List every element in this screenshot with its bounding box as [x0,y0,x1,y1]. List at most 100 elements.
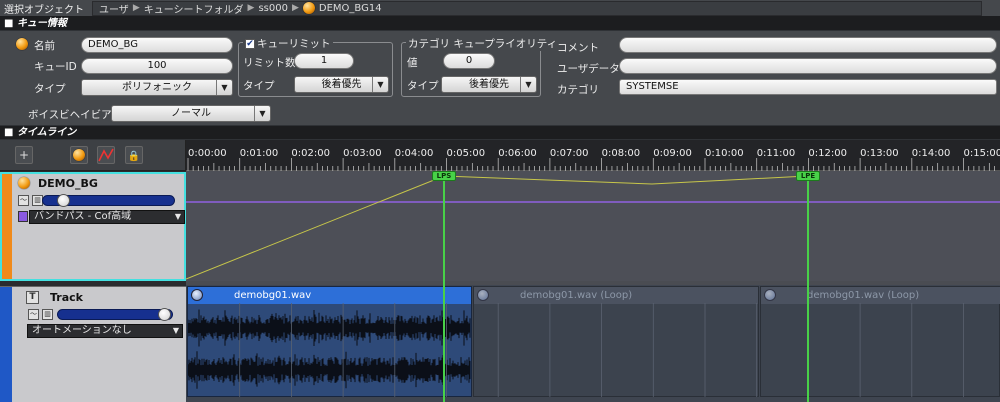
limit-type-dropdown[interactable]: 後着優先 ▼ [294,76,389,93]
track-list: DEMO_BG 〜 ▥ バンドパス - Cof高域 ▼ T Track 〜 ▥ オ… [0,171,186,402]
loop-start-marker[interactable]: LPS [432,171,456,181]
ruler-tick-label: 0:10:00 [705,148,744,159]
curve-icon [98,148,114,162]
track-color-strip [0,287,12,402]
volume-envelope-line [186,175,808,280]
breadcrumb-path: ユーザ ▶ キューシートフォルダ ▶ ss000 ▶ DEMO_BG14 [92,0,982,16]
ruler-tick-label: 0:01:00 [239,148,279,159]
ruler-tick-label: 0:03:00 [343,148,382,159]
ruler-tick-label: 0:14:00 [911,148,951,159]
timeline-content[interactable]: demobg01.wav demobg01.wav (Loop) demobg0… [186,171,1000,402]
ruler-tick-label: 0:00:00 [188,148,227,159]
track-color-strip [2,174,12,279]
cue-info-title: キュー情報 [16,18,67,29]
user-data-label: ユーザデータ [557,63,620,75]
breadcrumb: 選択オブジェクト ユーザ ▶ キューシートフォルダ ▶ ss000 ▶ DEMO… [0,0,1000,17]
ruler-tick-label: 0:12:00 [808,148,847,159]
text-track-icon: T [26,291,39,304]
track-volume-slider[interactable] [57,308,173,321]
limit-count-label: リミット数 [243,57,296,69]
cue-limit-title[interactable]: ✔ キューリミット [243,36,333,51]
breadcrumb-item-cue[interactable]: DEMO_BG14 [319,3,382,14]
priority-value-label: 値 [407,57,418,69]
breadcrumb-item-user[interactable]: ユーザ [99,1,129,16]
cue-info-panel: 名前 DEMO_BG キューID 100 タイプ ポリフォニック ▼ ボイスビヘ… [0,31,1000,125]
timeline-ruler[interactable]: 0:00:00 0:01:00 0:02:00 0:03:00 0:04:00 0:05:… [186,140,1000,171]
loop-start-line[interactable] [443,171,445,402]
timeline-gridlines [239,303,964,397]
cue-type-value: ポリフォニック [122,82,192,93]
chevron-down-icon: ▼ [172,326,179,335]
cue-orb-icon [18,177,30,189]
voice-behavior-dropdown[interactable]: ノーマル ▼ [111,105,271,122]
track-item-demo-bg[interactable]: DEMO_BG 〜 ▥ バンドパス - Cof高域 ▼ [0,172,186,281]
add-track-button[interactable]: + [15,146,33,164]
loop-end-marker[interactable]: LPE [796,171,820,181]
ruler-tick-label: 0:04:00 [394,148,434,159]
limit-count-field[interactable]: 1 [294,53,354,69]
automation-curve-button[interactable] [97,146,115,164]
chevron-down-icon: ▼ [216,80,232,95]
clip-wave-icon [764,289,776,301]
cue-id-field[interactable]: 100 [81,58,233,74]
cue-orb-icon [73,149,85,161]
chevron-down-icon: ▼ [520,77,536,92]
ruler-tick-label: 0:07:00 [549,148,589,159]
comment-field[interactable] [619,37,997,53]
filter-color-icon [18,211,28,222]
track-name: Track [50,291,83,304]
cue-limit-title-text: キューリミット [257,38,331,50]
ruler-tick-label: 0:13:00 [860,148,899,159]
user-data-field[interactable] [619,58,997,74]
limit-type-value: 後着優先 [321,79,362,90]
track-name: DEMO_BG [38,177,98,190]
chevron-right-icon: ▶ [247,3,255,13]
timeline-header: ■ タイムライン [0,126,1000,139]
envelope-icon[interactable]: 〜 [28,309,39,320]
cue-type-dropdown[interactable]: ポリフォニック ▼ [81,79,233,96]
slider-knob[interactable] [158,308,171,321]
timeline-title: タイムライン [16,127,77,138]
ruler-tick-label: 0:02:00 [291,148,330,159]
name-label: 名前 [34,40,55,52]
priority-type-label: タイプ [407,80,439,92]
voice-behavior-label: ボイスビヘイビア [28,109,112,121]
chevron-down-icon: ▼ [174,212,181,221]
lock-icon: 🔒 [127,151,141,162]
cue-limit-checkbox[interactable]: ✔ [245,39,255,49]
clip-wave-icon [191,289,203,301]
comment-label: コメント [557,42,599,54]
name-field[interactable]: DEMO_BG [81,37,233,53]
chevron-down-icon: ▼ [254,106,270,121]
cue-info-header: ■ キュー情報 [0,17,1000,30]
track-automation-value: オートメーションなし [32,325,132,336]
automation-curves [186,175,1000,280]
priority-type-dropdown[interactable]: 後着優先 ▼ [441,76,537,93]
chevron-right-icon: ▶ [291,3,299,13]
lock-button[interactable]: 🔒 [125,146,143,164]
track-automation-dropdown[interactable]: オートメーションなし ▼ [27,324,183,338]
priority-type-value: 後着優先 [469,79,509,90]
track-item-track[interactable]: T Track 〜 ▥ オートメーションなし ▼ [0,286,186,402]
ruler-tick-label: 0:11:00 [756,148,796,159]
category-field[interactable]: SYSTEMSE [619,79,997,95]
loop-end-line[interactable] [807,171,809,402]
ruler-tick-label: 0:05:00 [446,148,486,159]
breadcrumb-item-cuesheet-folder[interactable]: キューシートフォルダ [144,1,244,16]
add-waveform-button[interactable] [70,146,88,164]
envelope-icon[interactable]: 〜 [18,195,29,206]
chevron-down-icon: ▼ [372,77,388,92]
ruler-tick-label: 0:06:00 [498,148,537,159]
limit-type-label: タイプ [243,80,275,92]
breadcrumb-item-ss000[interactable]: ss000 [258,3,288,14]
slider-knob[interactable] [57,194,70,207]
clip-wave-icon [477,289,489,301]
track-filter-dropdown[interactable]: バンドパス - Cof高域 ▼ [29,210,185,224]
track-volume-slider[interactable] [42,194,175,207]
priority-value-field[interactable]: 0 [443,53,495,69]
volume-icon[interactable]: ▥ [42,309,53,320]
cue-orb-icon [16,38,28,50]
category-label: カテゴリ [557,84,599,96]
ruler-tick-label: 0:09:00 [653,148,692,159]
timeline-toolbar: + 🔒 [0,140,186,171]
